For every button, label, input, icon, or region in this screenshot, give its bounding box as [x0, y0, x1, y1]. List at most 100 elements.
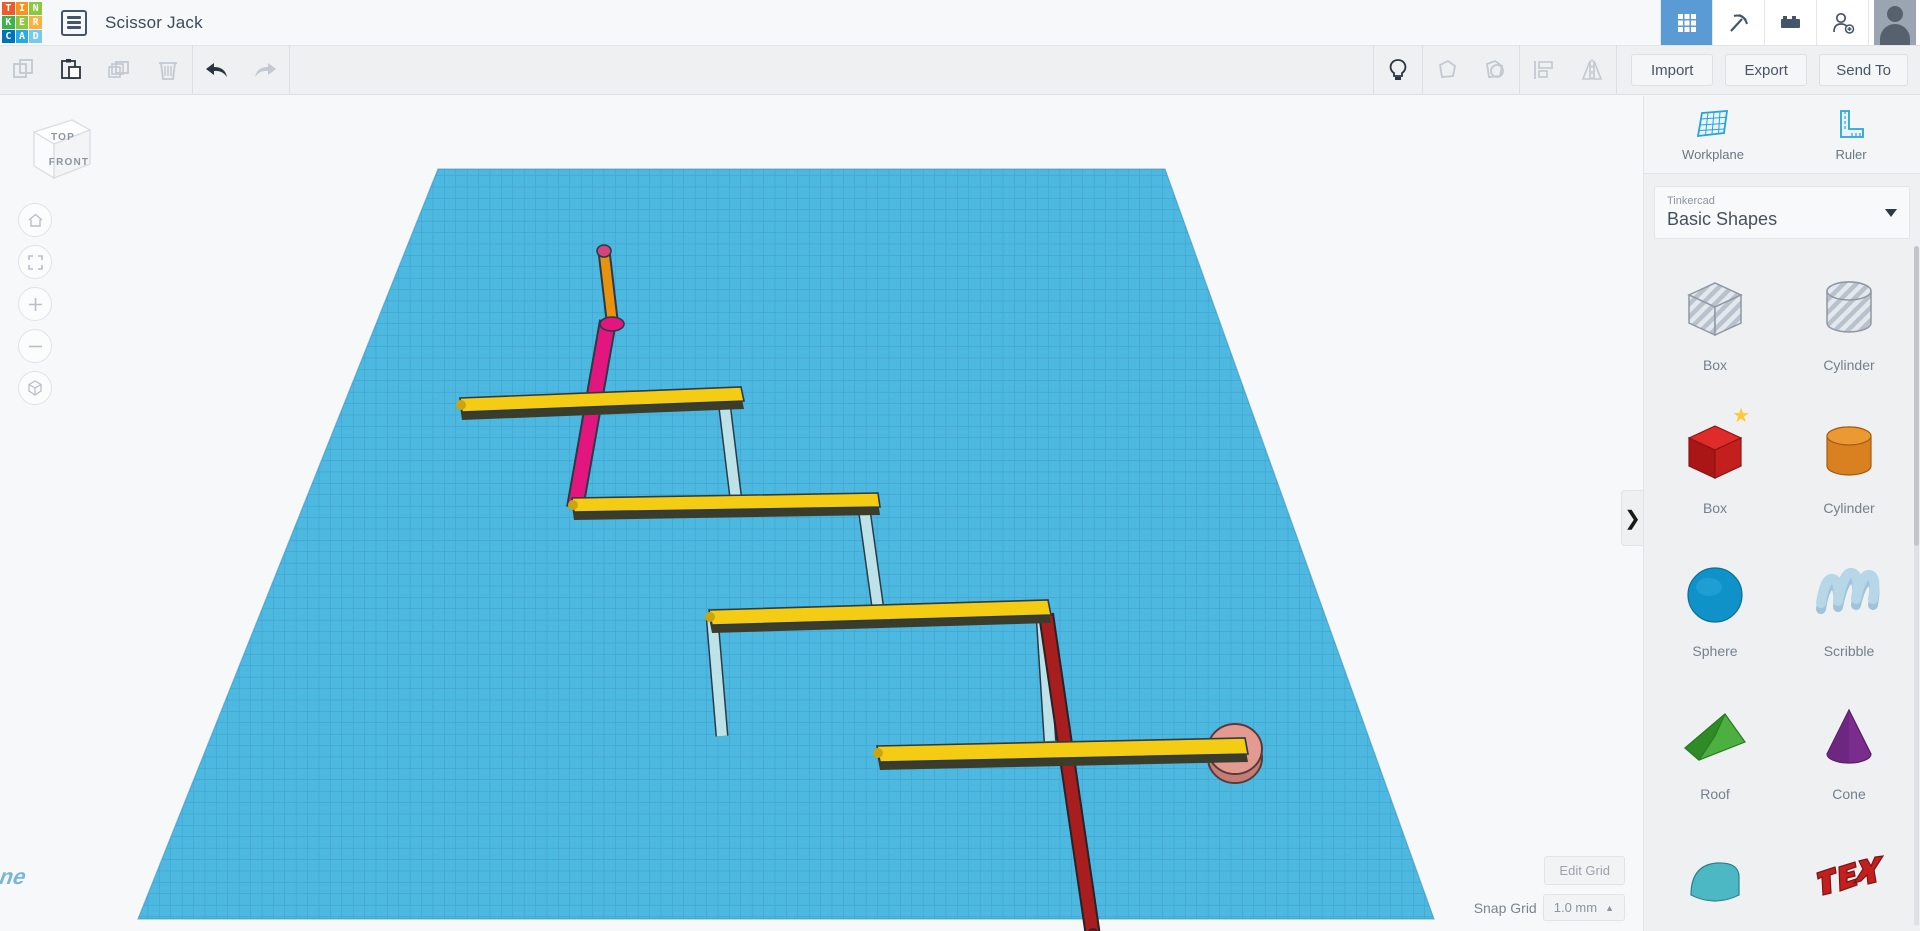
ruler-tool[interactable]: Ruler — [1782, 96, 1920, 173]
grid-icon — [1677, 13, 1696, 32]
shape-label: Cylinder — [1823, 356, 1875, 373]
chevron-up-icon: ▲ — [1605, 902, 1614, 913]
zoom-in-button[interactable] — [18, 287, 52, 321]
tinkercad-logo[interactable]: TIN KER CAD — [0, 1, 43, 44]
featured-star-icon: ★ — [1732, 405, 1750, 427]
shape-cylinder-hole[interactable]: Cylinder — [1782, 248, 1916, 391]
scene-render: Workplane — [0, 168, 1435, 931]
redo-button[interactable] — [241, 45, 289, 95]
cylinder-hole-icon — [1813, 267, 1885, 351]
align-button[interactable] — [1520, 45, 1568, 95]
shape-cone[interactable]: Cone — [1782, 677, 1916, 820]
panel-scrollbar[interactable] — [1914, 246, 1919, 926]
invite-button[interactable] — [1816, 0, 1868, 45]
shape-label: Box — [1702, 356, 1728, 373]
lightbulb-icon — [1389, 59, 1407, 80]
ungroup-icon — [1486, 59, 1505, 78]
3d-viewport[interactable]: Workplane TOP FRONT Edit Grid Snap Grid … — [0, 96, 1643, 931]
redo-arrow-icon — [255, 63, 276, 77]
fit-frame-icon — [27, 254, 43, 270]
plus-icon — [28, 297, 42, 311]
ungroup-button[interactable] — [1471, 45, 1519, 95]
shape-library-value: Basic Shapes — [1667, 209, 1778, 229]
avatar[interactable] — [1868, 0, 1920, 45]
panel-collapse-button[interactable]: ❯ — [1621, 490, 1643, 546]
shape-library-sublabel: Tinkercad — [1667, 195, 1715, 207]
learn-button[interactable] — [1712, 0, 1764, 45]
shape-label: Scribble — [1823, 642, 1875, 659]
import-button[interactable]: Import — [1631, 54, 1714, 86]
shape-cylinder[interactable]: Cylinder — [1782, 391, 1916, 534]
lego-brick-icon — [1780, 15, 1800, 28]
trash-icon — [159, 62, 177, 80]
undo-button[interactable] — [193, 45, 241, 95]
export-button[interactable]: Export — [1725, 54, 1808, 86]
logo-tile-n: N — [29, 2, 42, 15]
gallery-grid-button[interactable] — [1660, 0, 1712, 45]
shapes-panel: Workplane Ruler Tinkercad Basic Shapes B… — [1643, 96, 1920, 931]
shape-roof[interactable]: Roof — [1648, 677, 1782, 820]
view-cube[interactable]: TOP FRONT — [28, 116, 94, 186]
toolbar-divider-6 — [1616, 45, 1618, 95]
shape-text[interactable]: Text — [1782, 820, 1916, 931]
paste-button[interactable] — [48, 45, 96, 95]
top-bar: TIN KER CAD Scissor Jack — [0, 0, 1920, 45]
box-hole-icon — [1679, 267, 1751, 351]
tinkercad-app: TINKERCAD Scissor Jack Import Export Sen… — [0, 0, 1920, 931]
document-list-icon[interactable] — [61, 9, 87, 36]
logo-tile-c: C — [2, 30, 15, 43]
logo-tile-t: T — [2, 2, 15, 15]
workplane-tool[interactable]: Workplane — [1644, 96, 1782, 173]
logo-tile-k: K — [2, 16, 15, 29]
copy-icon — [13, 59, 33, 78]
view-cube-icon — [32, 119, 92, 180]
top-bar-actions — [1660, 0, 1920, 45]
snap-grid-value: 1.0 mm — [1553, 900, 1598, 915]
shape-library-dropdown[interactable]: Tinkercad Basic Shapes — [1654, 186, 1910, 239]
snap-grid-select[interactable]: 1.0 mm ▲ — [1542, 894, 1625, 921]
paste-icon — [61, 59, 81, 79]
shape-round-roof[interactable]: Round Roof — [1648, 820, 1782, 931]
shape-scribble[interactable]: Scribble — [1782, 534, 1916, 677]
add-user-icon — [1832, 12, 1854, 34]
duplicate-icon — [108, 61, 129, 78]
chevron-down-icon — [1885, 208, 1897, 217]
ruler-tool-label: Ruler — [1835, 146, 1867, 162]
scribble-icon — [1811, 553, 1887, 637]
mirror-button[interactable] — [1568, 45, 1616, 95]
edit-grid-button[interactable]: Edit Grid — [1544, 856, 1625, 885]
shape-label: Box — [1702, 499, 1728, 516]
view-cube-front-label: FRONT — [48, 157, 90, 168]
send-to-button[interactable]: Send To — [1819, 54, 1908, 86]
copy-button[interactable] — [0, 45, 48, 95]
group-button[interactable] — [1423, 45, 1471, 95]
edit-toolbar: Import Export Send To — [0, 45, 1920, 95]
blocks-button[interactable] — [1764, 0, 1816, 45]
shape-box[interactable]: ★ Box — [1648, 391, 1782, 534]
round-roof-icon — [1677, 839, 1753, 923]
minus-icon — [28, 345, 42, 347]
cube-perspective-icon — [28, 380, 42, 396]
duplicate-button[interactable] — [96, 45, 144, 95]
logo-tile-r: R — [29, 16, 42, 29]
shape-label: Sphere — [1692, 642, 1738, 659]
shape-sphere[interactable]: Sphere — [1648, 534, 1782, 677]
logo-tile-i: I — [15, 2, 29, 15]
zoom-out-button[interactable] — [18, 329, 52, 363]
panel-scroll-thumb[interactable] — [1914, 246, 1919, 546]
cone-icon — [1813, 696, 1885, 780]
delete-button[interactable] — [144, 45, 192, 95]
ruler-icon — [1840, 109, 1864, 138]
fit-to-view-button[interactable] — [18, 245, 52, 279]
hint-button[interactable] — [1374, 45, 1422, 95]
shapes-grid: Box Cylinder ★ Box Cylinder Sphere Scribble Roo… — [1644, 240, 1920, 931]
avatar-image — [1873, 0, 1916, 45]
logo-tile-d: D — [29, 30, 42, 43]
shape-box-hole[interactable]: Box — [1648, 248, 1782, 391]
home-view-button[interactable] — [18, 203, 52, 237]
projection-toggle-button[interactable] — [18, 371, 52, 405]
snap-grid-row: Snap Grid 1.0 mm ▲ — [1474, 894, 1625, 921]
logo-tile-a: A — [15, 30, 29, 43]
workplane-watermark: Workplane — [0, 864, 31, 889]
workplane-grid-icon — [1696, 109, 1729, 137]
